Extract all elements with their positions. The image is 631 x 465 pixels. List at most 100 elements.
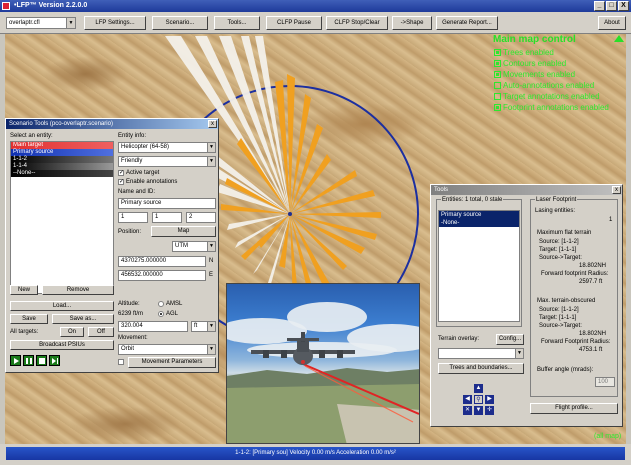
checkbox-icon[interactable] — [494, 71, 501, 78]
movement-value: Orbit — [121, 346, 135, 352]
maximize-button[interactable]: □ — [606, 1, 617, 11]
close-icon[interactable]: x — [612, 186, 621, 194]
app-icon — [2, 2, 10, 10]
chevron-down-icon[interactable]: ▼ — [207, 157, 215, 166]
auto-annotations-toggle[interactable]: Auto-annotations enabled — [494, 81, 594, 90]
collapse-icon[interactable] — [614, 35, 624, 42]
map-button[interactable]: Map — [151, 226, 216, 237]
arrow-down-icon[interactable]: ▼ — [474, 406, 483, 415]
id-field-1[interactable]: 1 — [118, 212, 148, 223]
altitude-unit-select[interactable]: ft ▼ — [191, 321, 216, 332]
coord-system-select[interactable]: UTM ▼ — [172, 241, 216, 252]
movement-params-row[interactable] — [118, 359, 124, 365]
list-item[interactable]: Primary source — [11, 149, 113, 156]
close-icon[interactable]: x — [208, 120, 217, 128]
new-entity-button[interactable]: New — [10, 285, 38, 295]
arrow-up-icon[interactable]: ▲ — [474, 384, 483, 393]
full-map-link[interactable]: (all map) — [594, 433, 621, 440]
checkbox-icon[interactable] — [494, 49, 501, 56]
chevron-down-icon[interactable]: ▼ — [66, 18, 75, 28]
checkbox-icon[interactable] — [494, 104, 501, 111]
clfp-stop-clear-button[interactable]: CLFP Stop/Clear — [326, 16, 388, 30]
movement-select[interactable]: Orbit ▼ — [118, 344, 216, 355]
northing-input[interactable]: 4370275.000000 — [118, 256, 206, 267]
source-marker[interactable] — [288, 212, 292, 216]
targets-on-button[interactable]: On — [60, 327, 84, 337]
tools-button[interactable]: Tools... — [214, 16, 260, 30]
chevron-down-icon[interactable]: ▼ — [207, 143, 215, 152]
list-item[interactable]: --None-- — [11, 170, 113, 177]
easting-input[interactable]: 456532.000000 — [118, 270, 206, 281]
active-target-checkbox[interactable]: ✓ Active target — [118, 170, 159, 176]
entity-list[interactable]: Main target Primary source 1-1-2 1-1-4 -… — [10, 141, 114, 294]
movement-parameters-button[interactable]: Movement Parameters — [128, 357, 216, 368]
checkbox-icon[interactable] — [494, 93, 501, 100]
chevron-down-icon[interactable]: ▼ — [207, 345, 215, 354]
pause-icon[interactable] — [23, 355, 34, 366]
shape-button[interactable]: ->Shape — [392, 16, 432, 30]
terrain-overlay-select[interactable]: ▼ — [438, 348, 524, 359]
altitude-label: Altitude: — [118, 301, 140, 307]
contours-toggle[interactable]: Contours enabled — [494, 59, 566, 68]
id-field-3[interactable]: 2 — [186, 212, 216, 223]
chevron-down-icon[interactable]: ▼ — [207, 322, 215, 331]
list-item[interactable]: 1-1-4 — [11, 163, 113, 170]
allegiance-select[interactable]: Friendly ▼ — [118, 156, 216, 167]
enable-annotations-checkbox[interactable]: ✓ Enable annotations — [118, 179, 177, 185]
zoom-icon[interactable]: ⚲ — [474, 395, 483, 404]
entity-type-select[interactable]: Helicopter (64-58) ▼ — [118, 142, 216, 153]
save-as-button[interactable]: Save as... — [52, 314, 114, 324]
list-item[interactable]: Main target — [11, 142, 113, 149]
list-item[interactable]: -None- — [439, 219, 519, 227]
step-icon[interactable] — [49, 355, 60, 366]
checkbox-icon[interactable]: ✓ — [118, 170, 124, 176]
list-item[interactable]: 1-1-2 — [11, 156, 113, 163]
chevron-down-icon[interactable]: ▼ — [515, 349, 523, 358]
radio-icon[interactable] — [158, 301, 164, 307]
movements-toggle[interactable]: Movements enabled — [494, 70, 575, 79]
target-annotations-toggle[interactable]: Target annotations enabled — [494, 92, 600, 101]
scenario-file-select[interactable]: overlaptr.cfl ▼ — [6, 17, 76, 29]
clfp-pause-button[interactable]: CLFP Pause — [266, 16, 322, 30]
lasing-entities-value: 1 — [609, 217, 613, 223]
trees-toggle[interactable]: Trees enabled — [494, 48, 554, 57]
save-button[interactable]: Save — [10, 314, 48, 324]
scenario-button[interactable]: Scenario... — [152, 16, 208, 30]
tools-entity-list[interactable]: Primary source -None- — [438, 210, 520, 322]
generate-report-button[interactable]: Generate Report... — [436, 16, 498, 30]
amsl-label: AMSL — [166, 301, 183, 307]
name-input[interactable]: Primary source — [118, 198, 216, 209]
close-button[interactable]: X — [618, 1, 629, 11]
about-button[interactable]: About — [598, 16, 626, 30]
chevron-down-icon[interactable]: ▼ — [207, 242, 215, 251]
list-item[interactable]: Primary source — [439, 211, 519, 219]
play-icon[interactable] — [10, 355, 21, 366]
agl-radio[interactable]: AGL — [158, 311, 178, 317]
checkbox-icon[interactable] — [494, 82, 501, 89]
footprint-annotations-toggle[interactable]: Footprint annotations enabled — [494, 103, 609, 112]
stop-icon[interactable] — [36, 355, 47, 366]
minimize-button[interactable]: _ — [594, 1, 605, 11]
altitude-input[interactable]: 320.004 — [118, 321, 188, 332]
remove-entity-button[interactable]: Remove — [42, 285, 114, 295]
checkbox-icon[interactable] — [118, 359, 124, 365]
load-button[interactable]: Load... — [10, 301, 114, 311]
zoom-in-icon[interactable]: ✛ — [485, 406, 494, 415]
trees-boundaries-button[interactable]: Trees and boundaries... — [438, 363, 524, 374]
checkbox-icon[interactable]: ✓ — [118, 179, 124, 185]
amsl-radio[interactable]: AMSL — [158, 301, 182, 307]
arrow-right-icon[interactable]: ▶ — [485, 395, 494, 404]
buffer-angle-input[interactable]: 100 — [595, 377, 615, 387]
flight-profile-button[interactable]: Flight profile... — [530, 403, 618, 414]
northing-suffix: N — [209, 258, 214, 264]
checkbox-icon[interactable] — [494, 60, 501, 67]
zoom-out-icon[interactable]: ✕ — [463, 406, 472, 415]
targets-off-button[interactable]: Off — [88, 327, 114, 337]
broadcast-button[interactable]: Broadcast PSIUs — [10, 340, 114, 350]
radio-icon[interactable] — [158, 311, 164, 317]
config-button[interactable]: Config... — [496, 334, 524, 345]
status-bar: 1-1-2: [Primary sou] Velocity 0.00 m/s A… — [0, 444, 631, 465]
arrow-left-icon[interactable]: ◀ — [463, 395, 472, 404]
lfp-settings-button[interactable]: LFP Settings... — [84, 16, 146, 30]
id-field-2[interactable]: 1 — [152, 212, 182, 223]
